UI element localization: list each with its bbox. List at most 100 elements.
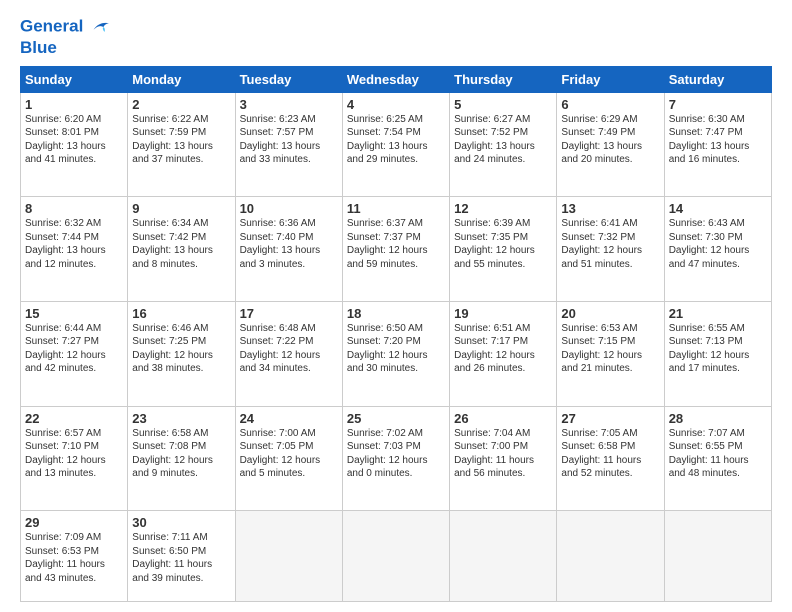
cell-info: Sunrise: 7:00 AM Sunset: 7:05 PM Dayligh… — [240, 427, 338, 481]
cell-info: Sunrise: 6:37 AM Sunset: 7:37 PM Dayligh… — [347, 217, 445, 271]
calendar-cell: 9Sunrise: 6:34 AM Sunset: 7:42 PM Daylig… — [128, 197, 235, 302]
day-header-sunday: Sunday — [21, 66, 128, 92]
cell-info: Sunrise: 6:51 AM Sunset: 7:17 PM Dayligh… — [454, 322, 552, 376]
cell-info: Sunrise: 7:07 AM Sunset: 6:55 PM Dayligh… — [669, 427, 767, 481]
cell-info: Sunrise: 6:25 AM Sunset: 7:54 PM Dayligh… — [347, 113, 445, 167]
header: General Blue — [20, 16, 772, 58]
cell-info: Sunrise: 6:43 AM Sunset: 7:30 PM Dayligh… — [669, 217, 767, 271]
cell-date-number: 3 — [240, 97, 338, 112]
cell-info: Sunrise: 7:05 AM Sunset: 6:58 PM Dayligh… — [561, 427, 659, 481]
logo-bird-icon — [88, 16, 110, 38]
cell-info: Sunrise: 6:34 AM Sunset: 7:42 PM Dayligh… — [132, 217, 230, 271]
page: General Blue SundayMondayTuesdayWednesda… — [0, 0, 792, 612]
cell-date-number: 10 — [240, 201, 338, 216]
cell-date-number: 22 — [25, 411, 123, 426]
cell-date-number: 11 — [347, 201, 445, 216]
cell-info: Sunrise: 6:57 AM Sunset: 7:10 PM Dayligh… — [25, 427, 123, 481]
calendar-cell: 8Sunrise: 6:32 AM Sunset: 7:44 PM Daylig… — [21, 197, 128, 302]
cell-info: Sunrise: 6:39 AM Sunset: 7:35 PM Dayligh… — [454, 217, 552, 271]
calendar-cell: 11Sunrise: 6:37 AM Sunset: 7:37 PM Dayli… — [342, 197, 449, 302]
day-header-friday: Friday — [557, 66, 664, 92]
cell-info: Sunrise: 6:46 AM Sunset: 7:25 PM Dayligh… — [132, 322, 230, 376]
calendar-cell: 6Sunrise: 6:29 AM Sunset: 7:49 PM Daylig… — [557, 92, 664, 197]
cell-info: Sunrise: 7:04 AM Sunset: 7:00 PM Dayligh… — [454, 427, 552, 481]
calendar-cell: 17Sunrise: 6:48 AM Sunset: 7:22 PM Dayli… — [235, 301, 342, 406]
calendar-cell: 23Sunrise: 6:58 AM Sunset: 7:08 PM Dayli… — [128, 406, 235, 511]
cell-date-number: 8 — [25, 201, 123, 216]
week-row-0: 1Sunrise: 6:20 AM Sunset: 8:01 PM Daylig… — [21, 92, 772, 197]
week-row-1: 8Sunrise: 6:32 AM Sunset: 7:44 PM Daylig… — [21, 197, 772, 302]
day-header-tuesday: Tuesday — [235, 66, 342, 92]
calendar-cell: 24Sunrise: 7:00 AM Sunset: 7:05 PM Dayli… — [235, 406, 342, 511]
calendar-cell — [450, 511, 557, 602]
cell-date-number: 9 — [132, 201, 230, 216]
week-row-4: 29Sunrise: 7:09 AM Sunset: 6:53 PM Dayli… — [21, 511, 772, 602]
cell-info: Sunrise: 6:50 AM Sunset: 7:20 PM Dayligh… — [347, 322, 445, 376]
week-row-3: 22Sunrise: 6:57 AM Sunset: 7:10 PM Dayli… — [21, 406, 772, 511]
logo-blue: Blue — [20, 38, 110, 58]
calendar-cell: 13Sunrise: 6:41 AM Sunset: 7:32 PM Dayli… — [557, 197, 664, 302]
cell-date-number: 13 — [561, 201, 659, 216]
calendar-cell — [557, 511, 664, 602]
cell-date-number: 24 — [240, 411, 338, 426]
cell-date-number: 23 — [132, 411, 230, 426]
calendar-cell: 27Sunrise: 7:05 AM Sunset: 6:58 PM Dayli… — [557, 406, 664, 511]
calendar-cell: 30Sunrise: 7:11 AM Sunset: 6:50 PM Dayli… — [128, 511, 235, 602]
calendar-cell: 16Sunrise: 6:46 AM Sunset: 7:25 PM Dayli… — [128, 301, 235, 406]
logo-general: General — [20, 16, 83, 35]
cell-date-number: 30 — [132, 515, 230, 530]
cell-info: Sunrise: 6:23 AM Sunset: 7:57 PM Dayligh… — [240, 113, 338, 167]
calendar-cell — [235, 511, 342, 602]
calendar-cell: 19Sunrise: 6:51 AM Sunset: 7:17 PM Dayli… — [450, 301, 557, 406]
calendar-cell: 25Sunrise: 7:02 AM Sunset: 7:03 PM Dayli… — [342, 406, 449, 511]
cell-date-number: 25 — [347, 411, 445, 426]
cell-info: Sunrise: 6:22 AM Sunset: 7:59 PM Dayligh… — [132, 113, 230, 167]
cell-date-number: 6 — [561, 97, 659, 112]
cell-date-number: 14 — [669, 201, 767, 216]
cell-date-number: 4 — [347, 97, 445, 112]
cell-date-number: 12 — [454, 201, 552, 216]
calendar-cell: 1Sunrise: 6:20 AM Sunset: 8:01 PM Daylig… — [21, 92, 128, 197]
cell-date-number: 16 — [132, 306, 230, 321]
calendar-cell: 10Sunrise: 6:36 AM Sunset: 7:40 PM Dayli… — [235, 197, 342, 302]
cell-info: Sunrise: 7:11 AM Sunset: 6:50 PM Dayligh… — [132, 531, 230, 585]
calendar-body: 1Sunrise: 6:20 AM Sunset: 8:01 PM Daylig… — [21, 92, 772, 601]
cell-info: Sunrise: 6:41 AM Sunset: 7:32 PM Dayligh… — [561, 217, 659, 271]
cell-info: Sunrise: 6:30 AM Sunset: 7:47 PM Dayligh… — [669, 113, 767, 167]
cell-date-number: 1 — [25, 97, 123, 112]
calendar: SundayMondayTuesdayWednesdayThursdayFrid… — [20, 66, 772, 602]
calendar-cell: 20Sunrise: 6:53 AM Sunset: 7:15 PM Dayli… — [557, 301, 664, 406]
cell-date-number: 5 — [454, 97, 552, 112]
cell-info: Sunrise: 6:58 AM Sunset: 7:08 PM Dayligh… — [132, 427, 230, 481]
cell-info: Sunrise: 7:02 AM Sunset: 7:03 PM Dayligh… — [347, 427, 445, 481]
cell-info: Sunrise: 6:53 AM Sunset: 7:15 PM Dayligh… — [561, 322, 659, 376]
day-header-thursday: Thursday — [450, 66, 557, 92]
week-row-2: 15Sunrise: 6:44 AM Sunset: 7:27 PM Dayli… — [21, 301, 772, 406]
calendar-cell: 2Sunrise: 6:22 AM Sunset: 7:59 PM Daylig… — [128, 92, 235, 197]
cell-date-number: 7 — [669, 97, 767, 112]
calendar-cell: 28Sunrise: 7:07 AM Sunset: 6:55 PM Dayli… — [664, 406, 771, 511]
cell-date-number: 26 — [454, 411, 552, 426]
cell-info: Sunrise: 6:55 AM Sunset: 7:13 PM Dayligh… — [669, 322, 767, 376]
day-header-monday: Monday — [128, 66, 235, 92]
cell-date-number: 15 — [25, 306, 123, 321]
cell-date-number: 18 — [347, 306, 445, 321]
calendar-cell: 3Sunrise: 6:23 AM Sunset: 7:57 PM Daylig… — [235, 92, 342, 197]
calendar-cell: 29Sunrise: 7:09 AM Sunset: 6:53 PM Dayli… — [21, 511, 128, 602]
cell-date-number: 28 — [669, 411, 767, 426]
cell-info: Sunrise: 7:09 AM Sunset: 6:53 PM Dayligh… — [25, 531, 123, 585]
cell-date-number: 17 — [240, 306, 338, 321]
cell-date-number: 21 — [669, 306, 767, 321]
calendar-cell: 22Sunrise: 6:57 AM Sunset: 7:10 PM Dayli… — [21, 406, 128, 511]
cell-info: Sunrise: 6:27 AM Sunset: 7:52 PM Dayligh… — [454, 113, 552, 167]
cell-info: Sunrise: 6:36 AM Sunset: 7:40 PM Dayligh… — [240, 217, 338, 271]
calendar-cell: 15Sunrise: 6:44 AM Sunset: 7:27 PM Dayli… — [21, 301, 128, 406]
cell-info: Sunrise: 6:29 AM Sunset: 7:49 PM Dayligh… — [561, 113, 659, 167]
cell-info: Sunrise: 6:32 AM Sunset: 7:44 PM Dayligh… — [25, 217, 123, 271]
cell-info: Sunrise: 6:20 AM Sunset: 8:01 PM Dayligh… — [25, 113, 123, 167]
logo: General Blue — [20, 16, 110, 58]
calendar-cell: 21Sunrise: 6:55 AM Sunset: 7:13 PM Dayli… — [664, 301, 771, 406]
calendar-cell — [342, 511, 449, 602]
cell-date-number: 19 — [454, 306, 552, 321]
calendar-cell: 4Sunrise: 6:25 AM Sunset: 7:54 PM Daylig… — [342, 92, 449, 197]
